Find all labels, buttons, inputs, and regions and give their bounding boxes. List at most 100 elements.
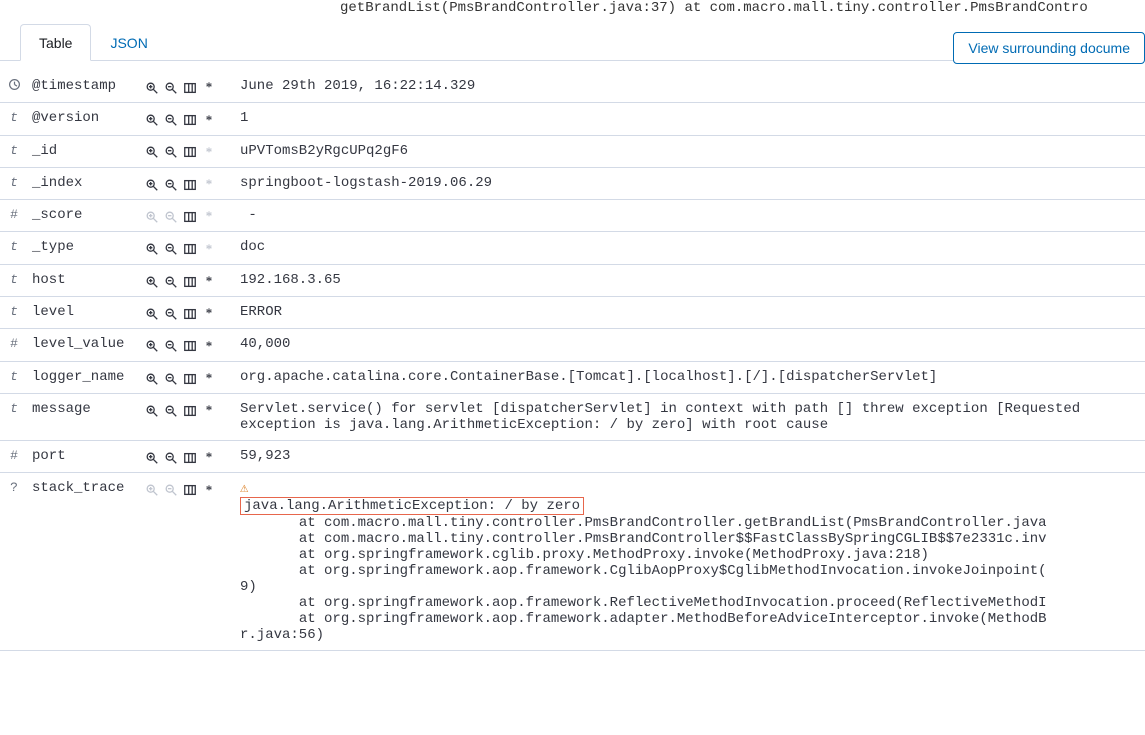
filter-out-icon[interactable]	[163, 273, 179, 289]
toggle-column-icon[interactable]	[182, 402, 198, 418]
field-type: t	[0, 232, 28, 264]
field-action-icons: *	[140, 103, 236, 135]
filter-in-icon[interactable]	[144, 370, 160, 386]
field-action-icons: *	[140, 329, 236, 361]
exists-filter-icon[interactable]: *	[201, 144, 217, 160]
table-row: t_type*doc	[0, 232, 1145, 264]
exists-filter-icon[interactable]: *	[201, 370, 217, 386]
exists-filter-icon[interactable]: *	[201, 273, 217, 289]
exists-filter-icon[interactable]: *	[201, 449, 217, 465]
toggle-column-icon[interactable]	[182, 305, 198, 321]
filter-in-icon[interactable]	[144, 402, 160, 418]
field-type: #	[0, 200, 28, 232]
field-type: t	[0, 264, 28, 296]
field-name: _id	[28, 135, 140, 167]
toggle-column-icon[interactable]	[182, 79, 198, 95]
field-type: t	[0, 361, 28, 393]
field-type: t	[0, 393, 28, 440]
toggle-column-icon[interactable]	[182, 273, 198, 289]
filter-in-icon[interactable]	[144, 112, 160, 128]
field-type: t	[0, 167, 28, 199]
toggle-column-icon[interactable]	[182, 482, 198, 498]
stack-trace-lines: at com.macro.mall.tiny.controller.PmsBra…	[240, 515, 1047, 643]
table-row: ?stack_trace * ⚠java.lang.ArithmeticExcept…	[0, 473, 1145, 651]
highlighted-exception: java.lang.ArithmeticException: / by zero	[240, 497, 584, 515]
tab-table[interactable]: Table	[20, 24, 91, 61]
filter-out-icon[interactable]	[163, 176, 179, 192]
filter-in-icon[interactable]	[144, 305, 160, 321]
field-type: #	[0, 329, 28, 361]
toggle-column-icon[interactable]	[182, 144, 198, 160]
exists-filter-icon[interactable]: *	[201, 402, 217, 418]
filter-out-icon[interactable]	[163, 208, 179, 224]
warning-icon: ⚠	[240, 481, 248, 497]
toggle-column-icon[interactable]	[182, 370, 198, 386]
field-type: ?	[0, 473, 28, 651]
filter-out-icon[interactable]	[163, 144, 179, 160]
field-action-icons: *	[140, 361, 236, 393]
field-type: t	[0, 297, 28, 329]
field-name: @timestamp	[28, 71, 140, 103]
field-action-icons: *	[140, 440, 236, 472]
toggle-column-icon[interactable]	[182, 338, 198, 354]
filter-in-icon[interactable]	[144, 144, 160, 160]
field-name: stack_trace	[28, 473, 140, 651]
exists-filter-icon[interactable]: *	[201, 305, 217, 321]
truncated-header-code: getBrandList(PmsBrandController.java:37)…	[0, 0, 1145, 24]
field-value: Servlet.service() for servlet [dispatche…	[236, 393, 1145, 440]
filter-out-icon[interactable]	[163, 402, 179, 418]
field-action-icons: *	[140, 393, 236, 440]
field-action-icons: *	[140, 167, 236, 199]
field-action-icons: *	[140, 297, 236, 329]
toggle-column-icon[interactable]	[182, 112, 198, 128]
filter-out-icon[interactable]	[163, 370, 179, 386]
filter-out-icon[interactable]	[163, 449, 179, 465]
exists-filter-icon[interactable]: *	[201, 208, 217, 224]
table-row: t_index*springboot-logstash-2019.06.29	[0, 167, 1145, 199]
filter-out-icon[interactable]	[163, 305, 179, 321]
document-fields-table: @timestamp * June 29th 2019, 16:22:14.329 t…	[0, 71, 1145, 651]
toggle-column-icon[interactable]	[182, 449, 198, 465]
filter-in-icon[interactable]	[144, 338, 160, 354]
filter-in-icon[interactable]	[144, 482, 160, 498]
filter-in-icon[interactable]	[144, 273, 160, 289]
field-type: t	[0, 103, 28, 135]
field-name: host	[28, 264, 140, 296]
view-surrounding-documents-button[interactable]: View surrounding docume	[953, 32, 1145, 64]
exists-filter-icon[interactable]: *	[201, 176, 217, 192]
field-name: _score	[28, 200, 140, 232]
exists-filter-icon[interactable]: *	[201, 482, 217, 498]
filter-out-icon[interactable]	[163, 112, 179, 128]
exists-filter-icon[interactable]: *	[201, 79, 217, 95]
table-row: thost*192.168.3.65	[0, 264, 1145, 296]
tab-json[interactable]: JSON	[91, 24, 166, 61]
filter-in-icon[interactable]	[144, 79, 160, 95]
field-value: springboot-logstash-2019.06.29	[236, 167, 1145, 199]
table-row: tlevel*ERROR	[0, 297, 1145, 329]
filter-out-icon[interactable]	[163, 482, 179, 498]
field-value: uPVTomsB2yRgcUPq2gF6	[236, 135, 1145, 167]
field-action-icons: *	[140, 71, 236, 103]
table-row: t@version*1	[0, 103, 1145, 135]
toggle-column-icon[interactable]	[182, 241, 198, 257]
filter-in-icon[interactable]	[144, 241, 160, 257]
toggle-column-icon[interactable]	[182, 208, 198, 224]
toggle-column-icon[interactable]	[182, 176, 198, 192]
filter-in-icon[interactable]	[144, 208, 160, 224]
filter-out-icon[interactable]	[163, 338, 179, 354]
exists-filter-icon[interactable]: *	[201, 338, 217, 354]
field-action-icons: *	[140, 264, 236, 296]
filter-in-icon[interactable]	[144, 449, 160, 465]
field-value: 1	[236, 103, 1145, 135]
field-value: June 29th 2019, 16:22:14.329	[236, 71, 1145, 103]
filter-out-icon[interactable]	[163, 79, 179, 95]
exists-filter-icon[interactable]: *	[201, 112, 217, 128]
filter-in-icon[interactable]	[144, 176, 160, 192]
field-action-icons: *	[140, 200, 236, 232]
field-name: level_value	[28, 329, 140, 361]
field-name: level	[28, 297, 140, 329]
field-value: 59,923	[236, 440, 1145, 472]
filter-out-icon[interactable]	[163, 241, 179, 257]
exists-filter-icon[interactable]: *	[201, 241, 217, 257]
table-row: tmessage*Servlet.service() for servlet […	[0, 393, 1145, 440]
